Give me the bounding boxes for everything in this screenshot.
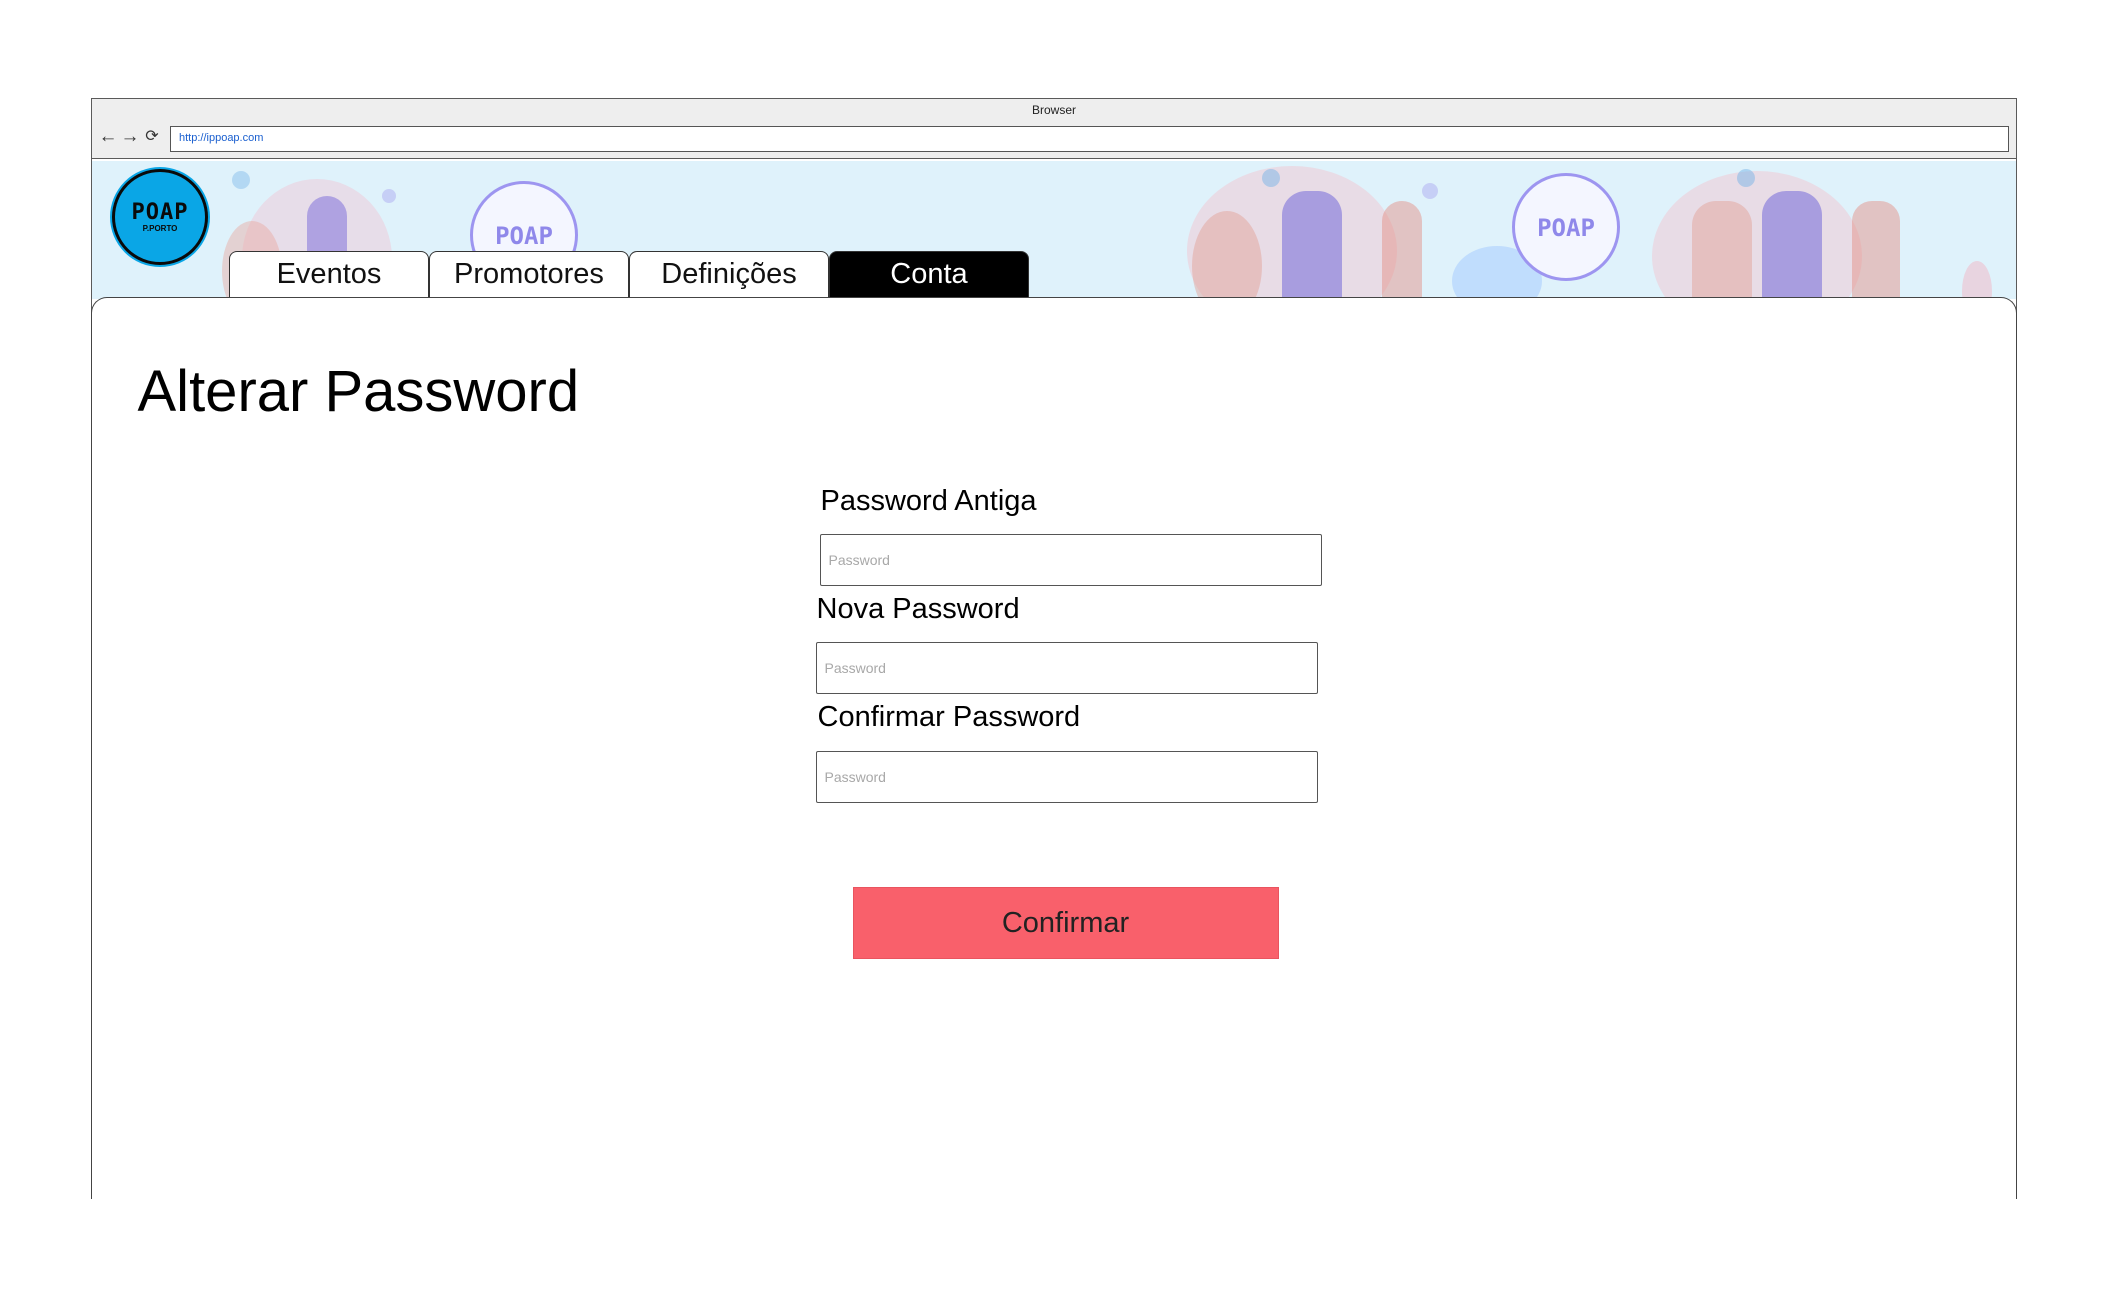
forward-arrow-icon[interactable]: → [120,127,140,147]
poap-logo[interactable]: POAP P.PORTO [112,169,208,265]
browser-title: Browser [92,99,2016,121]
confirm-password-label: Confirmar Password [817,701,1081,733]
browser-navbar: ← → ⟳ http://ippoap.com [92,121,2016,159]
old-password-label: Password Antiga [820,485,1037,517]
reload-icon[interactable]: ⟳ [142,127,162,147]
back-arrow-icon[interactable]: ← [98,127,118,147]
tab-eventos[interactable]: Eventos [229,251,429,297]
browser-window: Browser ← → ⟳ http://ippoap.com POAP POA… [90,98,2017,1199]
new-password-label: Nova Password [816,593,1020,625]
logo-subtext: P.PORTO [142,224,178,233]
confirm-button[interactable]: Confirmar [852,887,1279,959]
tab-promotores[interactable]: Promotores [429,251,629,297]
url-bar[interactable]: http://ippoap.com [170,126,2009,152]
new-password-input[interactable] [815,642,1318,694]
banner-badge-right: POAP [1512,173,1620,281]
tab-conta[interactable]: Conta [829,251,1029,297]
logo-text: POAP [131,200,189,225]
old-password-input[interactable] [819,534,1322,586]
confirm-password-input[interactable] [815,751,1318,803]
content-panel: Alterar Password Password Antiga Nova Pa… [90,297,2017,1199]
tab-definicoes[interactable]: Definições [629,251,829,297]
page-title: Alterar Password [137,359,580,424]
